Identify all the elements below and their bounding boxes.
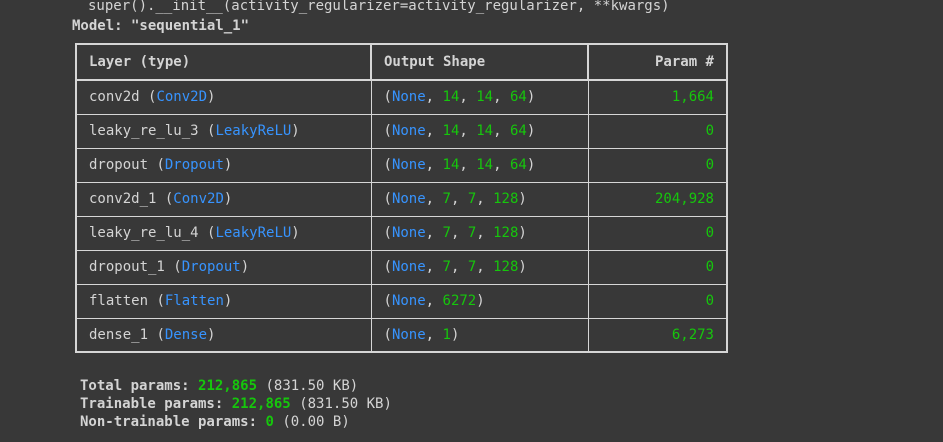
output-shape-cell: (None, 14, 14, 64) [370, 79, 589, 115]
summary-label: Trainable params: [80, 396, 224, 412]
shape-dim: 7 [442, 225, 451, 241]
table-header-row: Layer (type) Output Shape Param # [75, 43, 728, 81]
shape-dim: 64 [509, 123, 527, 139]
param-count-cell: 0 [587, 283, 728, 319]
summary-label: Non-trainable params: [80, 414, 258, 430]
shape-dim: 1 [442, 326, 451, 343]
shape-dim: 64 [509, 157, 527, 173]
shape-none: None [391, 293, 426, 309]
summary-label: Total params: [80, 378, 190, 394]
layer-name: conv2d_1 [89, 191, 157, 207]
table-row: dropout (Dropout) (None, 14, 14, 64) 0 [75, 147, 728, 183]
layer-type: Dropout [181, 259, 241, 275]
summary-total: Total params: 212,865 (831.50 KB) [80, 377, 358, 395]
header-param-count: Param # [587, 43, 728, 81]
param-count-cell: 0 [587, 113, 728, 149]
layer-cell: conv2d (Conv2D) [75, 79, 372, 115]
output-shape-cell: (None, 7, 7, 128) [370, 181, 589, 217]
output-shape-cell: (None, 7, 7, 128) [370, 215, 589, 251]
param-count-cell: 6,273 [587, 317, 728, 353]
model-title: Model: "sequential_1" [72, 18, 250, 34]
shape-dim: 14 [476, 123, 494, 139]
shape-dim: 14 [442, 123, 460, 139]
summary-size: (831.50 KB) [299, 396, 392, 412]
shape-none: None [391, 157, 426, 173]
table-body: conv2d (Conv2D) (None, 14, 14, 64) 1,664 le… [75, 79, 728, 353]
shape-dim: 128 [493, 191, 519, 207]
layer-cell: leaky_re_lu_3 (LeakyReLU) [75, 113, 372, 149]
shape-dim: 7 [467, 225, 477, 241]
table-row: flatten (Flatten) (None, 6272) 0 [75, 283, 728, 319]
layer-cell: dropout_1 (Dropout) [75, 249, 372, 285]
shape-none: None [391, 191, 426, 207]
shape-none: None [391, 225, 426, 241]
warning-line: super().__init__(activity_regularizer=ac… [88, 0, 670, 14]
summary-value: 0 [265, 414, 274, 430]
shape-dim: 14 [442, 89, 460, 106]
param-count-cell: 0 [587, 147, 728, 183]
layer-type: LeakyReLU [215, 123, 292, 139]
shape-dim: 64 [509, 89, 527, 106]
layer-name: dense_1 [89, 326, 149, 343]
summary-trainable: Trainable params: 212,865 (831.50 KB) [80, 395, 392, 413]
header-layer-type: Layer (type) [75, 43, 372, 81]
shape-dim: 7 [467, 259, 477, 275]
summary-non-trainable: Non-trainable params: 0 (0.00 B) [80, 413, 350, 431]
layer-cell: leaky_re_lu_4 (LeakyReLU) [75, 215, 372, 251]
table-row: dense_1 (Dense) (None, 1) 6,273 [75, 317, 728, 353]
param-count-cell: 1,664 [587, 79, 728, 115]
shape-dim: 128 [493, 259, 519, 275]
summary-value: 212,865 [231, 396, 291, 412]
shape-none: None [391, 123, 426, 139]
layer-cell: dropout (Dropout) [75, 147, 372, 183]
layer-type: Flatten [164, 293, 224, 309]
shape-dim: 6272 [442, 293, 477, 309]
table-row: conv2d_1 (Conv2D) (None, 7, 7, 128) 204,92… [75, 181, 728, 217]
param-count-cell: 0 [587, 249, 728, 285]
shape-dim: 14 [476, 157, 494, 173]
param-count-cell: 204,928 [587, 181, 728, 217]
table-row: leaky_re_lu_3 (LeakyReLU) (None, 14, 14, … [75, 113, 728, 149]
layer-name: leaky_re_lu_4 [89, 225, 199, 241]
param-count-cell: 0 [587, 215, 728, 251]
layer-name: dropout_1 [89, 259, 165, 275]
table-row: leaky_re_lu_4 (LeakyReLU) (None, 7, 7, 12… [75, 215, 728, 251]
output-shape-cell: (None, 1) [370, 317, 589, 353]
shape-dim: 14 [476, 89, 494, 106]
shape-none: None [391, 89, 426, 106]
shape-dim: 7 [442, 259, 451, 275]
header-output-shape: Output Shape [370, 43, 589, 81]
layer-name: flatten [89, 293, 149, 309]
layer-type: LeakyReLU [215, 225, 292, 241]
layer-name: conv2d [89, 89, 140, 106]
layer-cell: conv2d_1 (Conv2D) [75, 181, 372, 217]
layer-cell: dense_1 (Dense) [75, 317, 372, 353]
layer-name: leaky_re_lu_3 [89, 123, 199, 139]
summary-value: 212,865 [198, 378, 258, 394]
model-summary-table: Layer (type) Output Shape Param # conv2d… [75, 43, 728, 353]
output-shape-cell: (None, 6272) [370, 283, 589, 319]
layer-cell: flatten (Flatten) [75, 283, 372, 319]
summary-size: (831.50 KB) [265, 378, 359, 394]
summary-size: (0.00 B) [282, 414, 350, 430]
shape-none: None [391, 326, 426, 343]
layer-type: Dropout [164, 157, 224, 173]
shape-none: None [391, 259, 426, 275]
shape-dim: 7 [442, 191, 451, 207]
layer-type: Conv2D [173, 191, 224, 207]
output-shape-cell: (None, 7, 7, 128) [370, 249, 589, 285]
output-shape-cell: (None, 14, 14, 64) [370, 113, 589, 149]
table-row: dropout_1 (Dropout) (None, 7, 7, 128) 0 [75, 249, 728, 285]
shape-dim: 14 [442, 157, 460, 173]
layer-type: Conv2D [156, 89, 208, 106]
shape-dim: 7 [467, 191, 477, 207]
output-shape-cell: (None, 14, 14, 64) [370, 147, 589, 183]
layer-type: Dense [164, 326, 208, 343]
shape-dim: 128 [493, 225, 519, 241]
table-row: conv2d (Conv2D) (None, 14, 14, 64) 1,664 [75, 79, 728, 115]
layer-name: dropout [89, 157, 149, 173]
